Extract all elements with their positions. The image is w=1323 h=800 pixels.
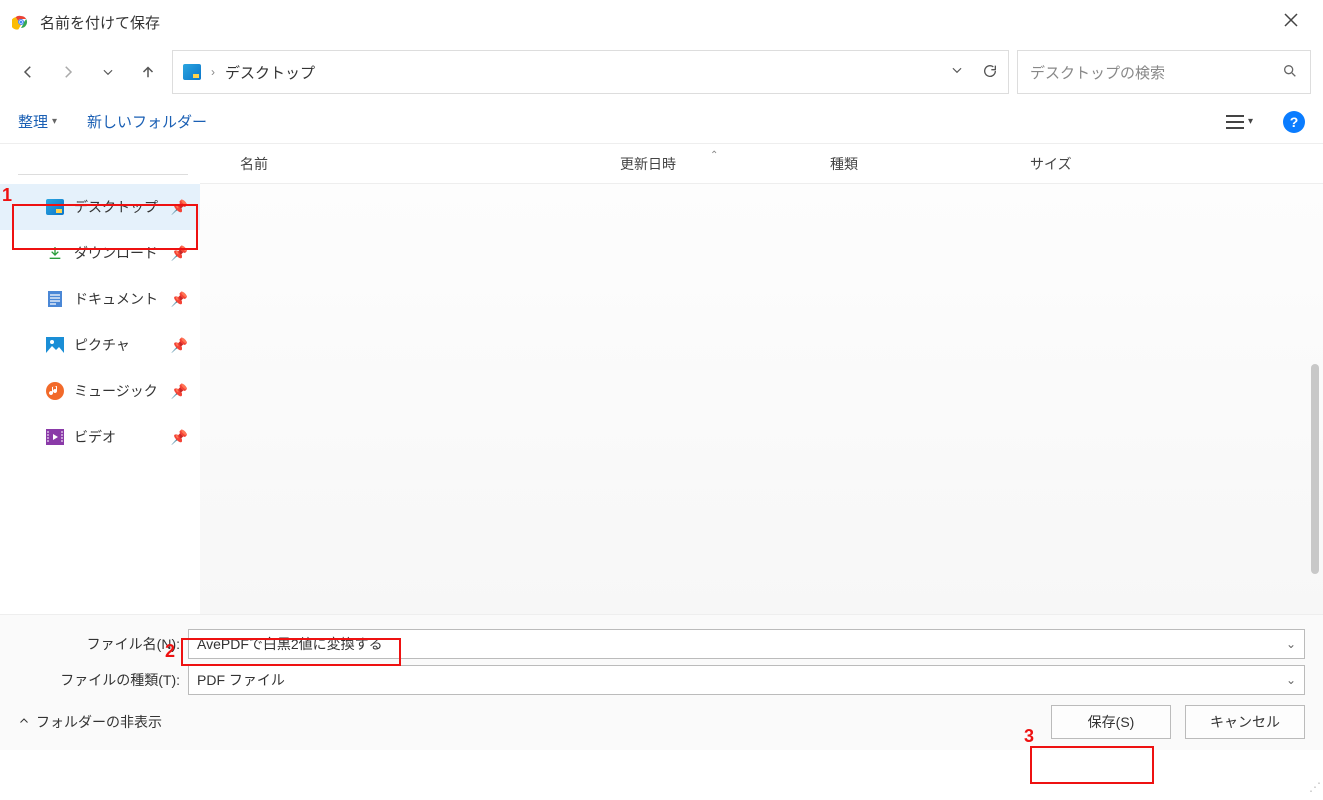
pin-icon[interactable]: 📌 — [171, 337, 188, 354]
filetype-label: ファイルの種類(T): — [18, 670, 188, 690]
sidebar: デスクトップ 📌 ダウンロード 📌 ドキュメント 📌 ピクチャ 📌 ミュージック… — [0, 144, 200, 614]
music-icon — [46, 382, 64, 400]
main-area: デスクトップ 📌 ダウンロード 📌 ドキュメント 📌 ピクチャ 📌 ミュージック… — [0, 144, 1323, 614]
breadcrumb-sep: › — [211, 65, 215, 79]
download-icon — [46, 244, 64, 262]
filetype-value: PDF ファイル — [197, 670, 285, 690]
chevron-up-icon — [18, 714, 30, 730]
sidebar-item-label: ダウンロード — [74, 243, 158, 263]
pin-icon[interactable]: 📌 — [171, 245, 188, 262]
forward-button[interactable] — [52, 56, 84, 88]
new-folder-button[interactable]: 新しいフォルダー — [87, 111, 207, 132]
sidebar-item-label: ピクチャ — [74, 335, 130, 355]
titlebar: 名前を付けて保存 — [0, 0, 1323, 44]
pin-icon[interactable]: 📌 — [171, 199, 188, 216]
cancel-button[interactable]: キャンセル — [1185, 705, 1305, 739]
window-title: 名前を付けて保存 — [40, 12, 1271, 33]
column-size[interactable]: サイズ — [1030, 154, 1323, 174]
video-icon — [46, 428, 64, 446]
help-button[interactable]: ? — [1283, 111, 1305, 133]
pin-icon[interactable]: 📌 — [171, 383, 188, 400]
toolbar: 整理 ▾ 新しいフォルダー ▾ ? — [0, 100, 1323, 144]
filename-label: ファイル名(N): — [18, 634, 188, 654]
sidebar-item-downloads[interactable]: ダウンロード 📌 — [0, 230, 200, 276]
search-input[interactable]: デスクトップの検索 — [1017, 50, 1311, 94]
sidebar-item-label: デスクトップ — [74, 197, 158, 217]
column-name[interactable]: 名前 — [200, 154, 620, 174]
search-placeholder: デスクトップの検索 — [1030, 62, 1282, 83]
recent-dropdown[interactable] — [92, 56, 124, 88]
filetype-select[interactable]: PDF ファイル ⌄ — [188, 665, 1305, 695]
picture-icon — [46, 336, 64, 354]
chrome-icon — [12, 13, 30, 31]
sidebar-item-label: ドキュメント — [74, 289, 158, 309]
back-button[interactable] — [12, 56, 44, 88]
sidebar-item-desktop[interactable]: デスクトップ 📌 — [0, 184, 200, 230]
view-options-button[interactable]: ▾ — [1226, 115, 1253, 129]
save-fields: ファイル名(N): AvePDFで白黒2値に変換する ⌄ ファイルの種類(T):… — [0, 614, 1323, 694]
annotation-box-3 — [1030, 746, 1154, 784]
resize-grip[interactable]: ⋰ — [1307, 784, 1321, 798]
sidebar-item-label: ビデオ — [74, 427, 116, 447]
close-button[interactable] — [1271, 13, 1311, 32]
address-dropdown[interactable] — [950, 63, 964, 82]
footer: フォルダーの非表示 保存(S) キャンセル — [0, 694, 1323, 750]
hide-folders-toggle[interactable]: フォルダーの非表示 — [18, 712, 162, 732]
column-type[interactable]: 種類 — [830, 154, 1030, 174]
pin-icon[interactable]: 📌 — [171, 291, 188, 308]
pin-icon[interactable]: 📌 — [171, 429, 188, 446]
file-list-empty — [200, 184, 1323, 614]
filetype-dropdown-icon[interactable]: ⌄ — [1286, 673, 1296, 687]
sidebar-item-music[interactable]: ミュージック 📌 — [0, 368, 200, 414]
filename-value: AvePDFで白黒2値に変換する — [197, 634, 383, 654]
sidebar-item-pictures[interactable]: ピクチャ 📌 — [0, 322, 200, 368]
address-bar[interactable]: › デスクトップ — [172, 50, 1009, 94]
refresh-button[interactable] — [982, 63, 998, 82]
filename-input[interactable]: AvePDFで白黒2値に変換する ⌄ — [188, 629, 1305, 659]
sidebar-separator — [18, 174, 188, 175]
sidebar-item-documents[interactable]: ドキュメント 📌 — [0, 276, 200, 322]
sidebar-item-videos[interactable]: ビデオ 📌 — [0, 414, 200, 460]
up-button[interactable] — [132, 56, 164, 88]
save-button[interactable]: 保存(S) — [1051, 705, 1171, 739]
filename-dropdown-icon[interactable]: ⌄ — [1286, 637, 1296, 651]
desktop-icon — [46, 198, 64, 216]
column-headers: 名前 ⌃ 更新日時 種類 サイズ — [200, 144, 1323, 184]
nav-row: › デスクトップ デスクトップの検索 — [0, 44, 1323, 100]
column-date[interactable]: ⌃ 更新日時 — [620, 154, 830, 174]
search-icon — [1282, 63, 1298, 82]
filepane-scrollbar[interactable] — [1311, 364, 1319, 574]
desktop-icon — [183, 63, 201, 81]
document-icon — [46, 290, 64, 308]
breadcrumb-current[interactable]: デスクトップ — [225, 62, 315, 83]
dropdown-caret-icon: ▾ — [52, 116, 57, 127]
organize-button[interactable]: 整理 ▾ — [18, 111, 57, 132]
file-pane: 名前 ⌃ 更新日時 種類 サイズ — [200, 144, 1323, 614]
sort-indicator-icon: ⌃ — [710, 150, 718, 161]
sidebar-item-label: ミュージック — [74, 381, 158, 401]
